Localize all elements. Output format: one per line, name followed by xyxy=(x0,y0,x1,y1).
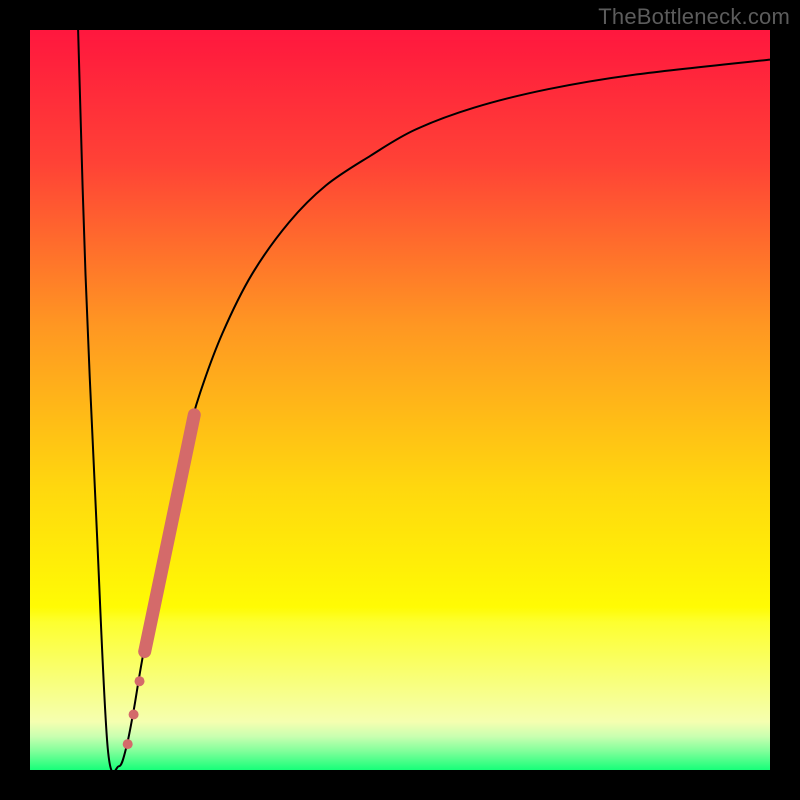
highlight-dot xyxy=(135,676,145,686)
highlight-dots xyxy=(123,676,145,749)
watermark-text: TheBottleneck.com xyxy=(598,4,790,30)
chart-frame: TheBottleneck.com xyxy=(0,0,800,800)
plot-area xyxy=(30,30,770,770)
chart-overlay xyxy=(30,30,770,770)
bottleneck-curve xyxy=(78,30,770,770)
highlight-band xyxy=(145,415,195,652)
highlight-dot xyxy=(129,710,139,720)
highlight-dot xyxy=(123,739,133,749)
